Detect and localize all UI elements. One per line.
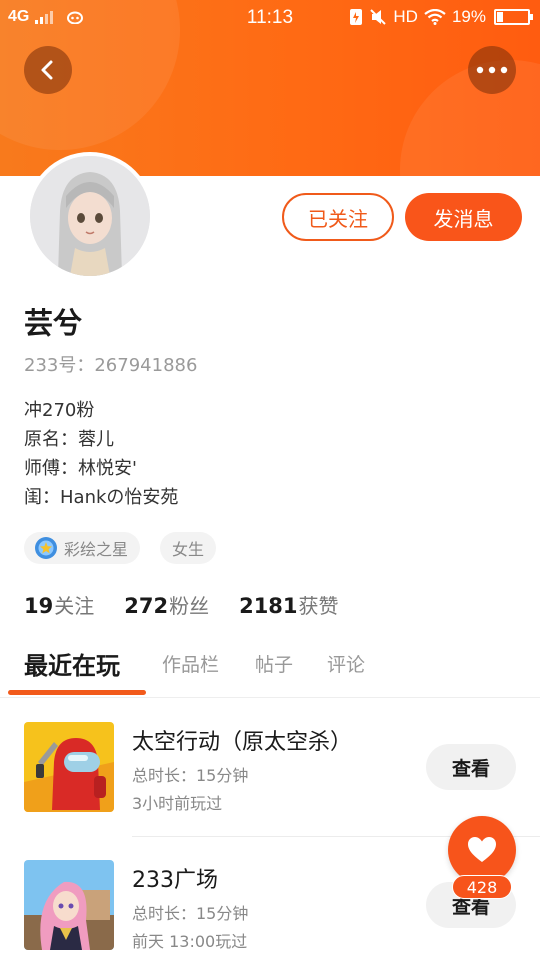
- stat-value: 272: [124, 594, 169, 618]
- wifi-icon: [424, 9, 446, 25]
- list-item[interactable]: 太空行动（原太空杀） 总时长：15分钟 3小时前玩过 查看: [0, 710, 540, 830]
- tab-recently-played[interactable]: 最近在玩: [24, 646, 120, 681]
- tab-posts[interactable]: 帖子: [255, 650, 293, 677]
- stat-followers[interactable]: 272粉丝: [124, 590, 209, 619]
- back-arrow-icon: [41, 60, 53, 80]
- followed-button[interactable]: 已关注: [282, 193, 394, 241]
- game-duration: 总时长：15分钟: [132, 766, 249, 785]
- bio-line: 原名：蓉儿: [24, 429, 114, 450]
- game-thumbnail[interactable]: [24, 860, 114, 950]
- tag-label: 女生: [172, 540, 205, 559]
- hd-indicator: HD: [393, 7, 418, 26]
- profile-bio: 冲270粉 原名：蓉儿 师傅：林悦安' 闺：Hankの怡安苑: [24, 396, 178, 512]
- view-button[interactable]: 查看: [426, 744, 516, 790]
- star-badge-icon: [35, 537, 57, 559]
- tag-gender: 女生: [160, 532, 217, 564]
- active-tab-indicator: [8, 690, 146, 695]
- tag-painting-star[interactable]: 彩绘之星: [24, 532, 141, 564]
- avatar[interactable]: [26, 152, 154, 280]
- game-icon-space-action: [24, 722, 114, 812]
- back-button[interactable]: [24, 46, 72, 94]
- more-dots-icon: [476, 66, 508, 74]
- profile-name: 芸兮: [24, 306, 83, 340]
- tag-label: 彩绘之星: [64, 540, 129, 559]
- battery-saver-icon: [350, 9, 363, 25]
- stat-value: 2181: [239, 594, 298, 618]
- profile-tabs: 最近在玩 作品栏 帖子 评论: [0, 646, 540, 698]
- game-title: 太空行动（原太空杀）: [132, 730, 353, 755]
- bio-line: 师傅：林悦安': [24, 458, 137, 479]
- tab-works[interactable]: 作品栏: [162, 650, 219, 677]
- heart-icon: [468, 837, 496, 862]
- game-icon-233-square: [24, 860, 114, 950]
- game-thumbnail[interactable]: [24, 722, 114, 812]
- bio-line: 闺：Hankの怡安苑: [24, 487, 179, 508]
- game-duration: 总时长：15分钟: [132, 904, 249, 923]
- stat-value: 19: [24, 594, 54, 618]
- profile-stats: 19关注 272粉丝 2181获赞: [24, 590, 339, 619]
- mute-icon: [370, 9, 387, 25]
- stat-label: 粉丝: [169, 594, 210, 618]
- battery-icon: [494, 9, 533, 25]
- like-button[interactable]: [448, 816, 516, 884]
- more-options-button[interactable]: [468, 46, 516, 94]
- game-last-played: 前天 13:00玩过: [132, 932, 248, 951]
- stat-label: 获赞: [298, 594, 339, 618]
- user-id: 233号：267941886: [24, 355, 198, 376]
- game-last-played: 3小时前玩过: [132, 794, 223, 813]
- battery-percent: 19%: [451, 7, 486, 26]
- stat-following[interactable]: 19关注: [24, 590, 94, 619]
- tab-comments[interactable]: 评论: [327, 650, 365, 677]
- battery-level: [497, 12, 503, 22]
- game-title: 233广场: [132, 868, 218, 893]
- stat-label: 关注: [54, 594, 95, 618]
- like-count: 428: [452, 875, 512, 899]
- avatar-image: [30, 156, 150, 276]
- stat-likes[interactable]: 2181获赞: [239, 590, 338, 619]
- status-bar: 4G 11:13 HD 19%: [0, 0, 540, 36]
- send-message-button[interactable]: 发消息: [405, 193, 522, 241]
- bio-line: 冲270粉: [24, 400, 95, 421]
